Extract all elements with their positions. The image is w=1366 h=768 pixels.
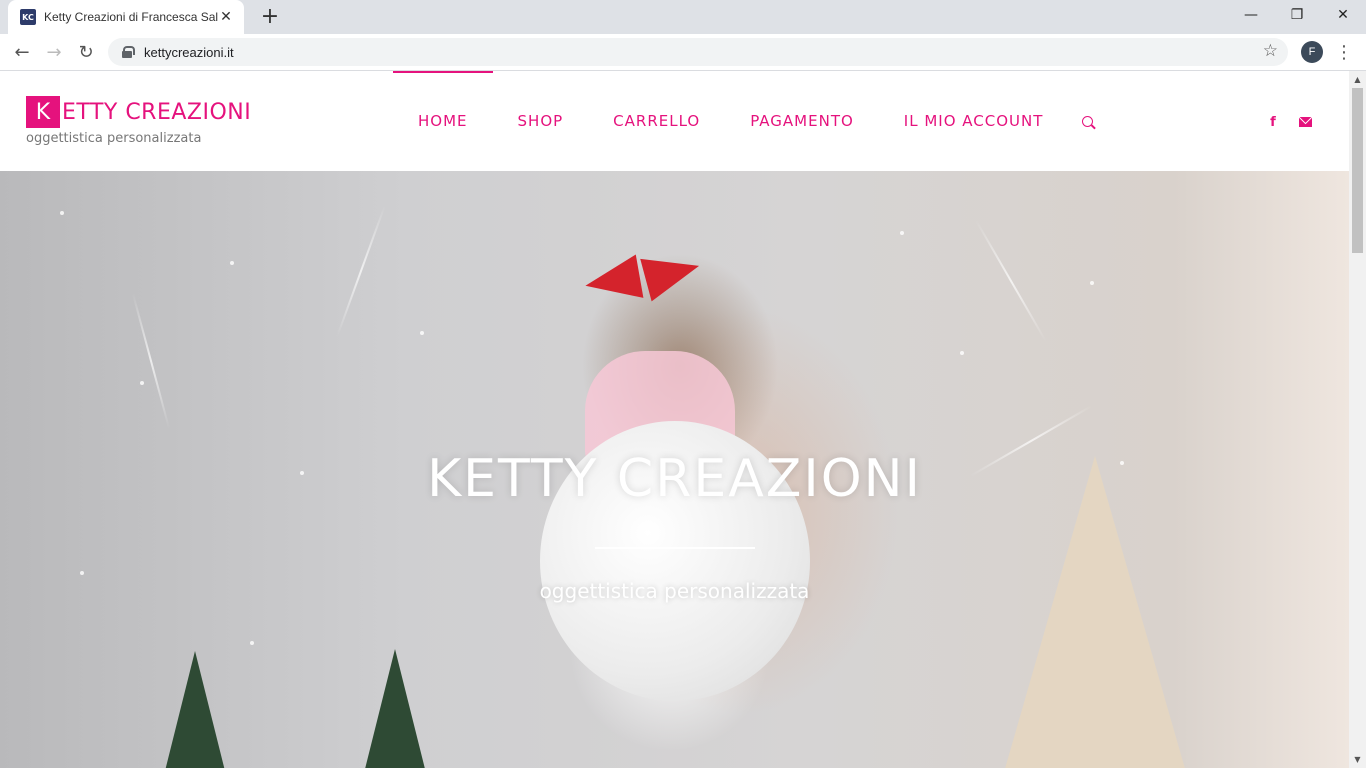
sparkle-decoration (336, 204, 386, 338)
restore-icon[interactable]: ❐ (1274, 0, 1320, 30)
red-bow-decoration (640, 244, 705, 302)
tab-title: Ketty Creazioni di Francesca Sale (44, 10, 218, 24)
mail-icon (1298, 117, 1312, 127)
bookmark-star-icon[interactable]: ☆ (1263, 41, 1278, 61)
back-arrow-icon[interactable]: ← (8, 38, 36, 66)
hero-subtitle: oggettistica personalizzata (539, 579, 810, 603)
logo-letter: K (26, 96, 60, 128)
search-icon (1082, 115, 1094, 127)
page-scrollbar[interactable]: ▲ ▼ (1349, 71, 1366, 768)
snowflake-decoration (960, 351, 964, 355)
scroll-thumb[interactable] (1352, 88, 1363, 253)
pine-tree-decoration (165, 651, 225, 768)
snowflake-decoration (1090, 281, 1094, 285)
snowflake-decoration (140, 381, 144, 385)
close-tab-icon[interactable]: ✕ (218, 9, 234, 25)
close-window-icon[interactable]: ✕ (1320, 0, 1366, 30)
new-tab-button[interactable]: + (258, 5, 282, 29)
nav-item-account[interactable]: IL MIO ACCOUNT (879, 71, 1069, 171)
snowflake-decoration (80, 571, 84, 575)
snowflake-decoration (900, 231, 904, 235)
search-button[interactable] (1068, 71, 1107, 171)
browser-menu-icon[interactable]: ⋮ (1334, 40, 1354, 64)
nav-item-pagamento[interactable]: PAGAMENTO (725, 71, 879, 171)
email-link[interactable] (1296, 115, 1314, 129)
pine-tree-decoration (365, 649, 425, 768)
url-text: kettycreazioni.it (144, 44, 234, 60)
reload-icon[interactable]: ↻ (72, 38, 100, 66)
hero-banner: KETTY CREAZIONI oggettistica personalizz… (0, 171, 1349, 768)
site-header: K ETTY CREAZIONI oggettistica personaliz… (0, 71, 1349, 171)
hero-title: KETTY CREAZIONI (427, 449, 922, 509)
snowflake-decoration (60, 211, 64, 215)
address-bar[interactable]: kettycreazioni.it ☆ (108, 38, 1288, 66)
main-nav: HOME SHOP CARRELLO PAGAMENTO IL MIO ACCO… (393, 71, 1107, 171)
sparkle-decoration (131, 293, 171, 429)
site-tagline: oggettistica personalizzata (26, 131, 202, 146)
site-favicon-icon: KC (20, 9, 36, 25)
hero-divider (595, 547, 755, 549)
nav-item-shop[interactable]: SHOP (493, 71, 589, 171)
scroll-down-arrow-icon[interactable]: ▼ (1349, 751, 1366, 768)
page-viewport: K ETTY CREAZIONI oggettistica personaliz… (0, 71, 1349, 768)
snowflake-decoration (230, 261, 234, 265)
sparkle-decoration (975, 219, 1047, 343)
snowflake-decoration (250, 641, 254, 645)
logo-text: ETTY CREAZIONI (62, 99, 252, 125)
snowflake-decoration (420, 331, 424, 335)
minimize-icon[interactable]: — (1228, 0, 1274, 30)
browser-toolbar: ← → ↻ kettycreazioni.it ☆ F ⋮ (0, 34, 1366, 71)
scroll-up-arrow-icon[interactable]: ▲ (1349, 71, 1366, 88)
lock-icon (122, 46, 135, 58)
nav-item-home[interactable]: HOME (393, 71, 493, 171)
facebook-icon[interactable]: f (1264, 115, 1282, 130)
profile-avatar[interactable]: F (1301, 41, 1323, 63)
nav-item-carrello[interactable]: CARRELLO (588, 71, 725, 171)
site-logo[interactable]: K ETTY CREAZIONI (26, 96, 251, 128)
red-bow-decoration (581, 254, 644, 308)
browser-tab[interactable]: KC Ketty Creazioni di Francesca Sale ✕ (8, 0, 244, 34)
forward-arrow-icon[interactable]: → (40, 38, 68, 66)
browser-tab-strip: KC Ketty Creazioni di Francesca Sale ✕ +… (0, 0, 1366, 34)
